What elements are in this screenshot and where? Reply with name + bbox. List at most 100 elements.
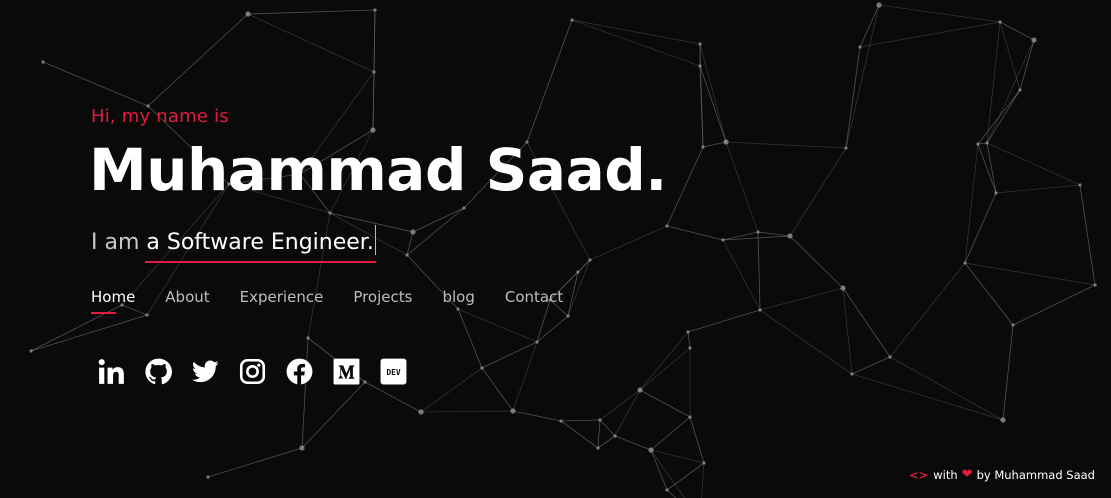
network-link bbox=[851, 373, 1004, 421]
facebook-link[interactable] bbox=[286, 358, 313, 385]
network-node bbox=[888, 355, 892, 359]
network-link bbox=[964, 262, 1096, 286]
network-link bbox=[121, 304, 148, 316]
network-node bbox=[405, 253, 409, 257]
network-link bbox=[301, 337, 309, 449]
network-link bbox=[789, 147, 847, 237]
linkedin-link[interactable] bbox=[98, 358, 125, 385]
network-link bbox=[207, 447, 303, 478]
network-node bbox=[372, 70, 376, 74]
network-link bbox=[1079, 184, 1096, 286]
network-link bbox=[481, 367, 514, 412]
network-node bbox=[688, 415, 692, 419]
network-node bbox=[588, 258, 592, 262]
network-node bbox=[758, 308, 762, 312]
network-link bbox=[851, 356, 891, 375]
network-link bbox=[247, 13, 375, 73]
network-node bbox=[328, 211, 332, 215]
network-link bbox=[512, 341, 538, 412]
network-node bbox=[576, 270, 580, 274]
network-link bbox=[30, 314, 148, 352]
network-link bbox=[614, 435, 652, 451]
network-link bbox=[599, 419, 616, 437]
tagline-role: a Software Engineer. bbox=[146, 230, 374, 255]
network-node bbox=[206, 475, 210, 479]
network-link bbox=[789, 235, 844, 289]
code-icon: <> bbox=[908, 467, 929, 482]
instagram-link[interactable] bbox=[239, 358, 266, 385]
network-link bbox=[687, 309, 761, 333]
dev-icon: DEV bbox=[380, 358, 407, 385]
svg-text:DEV: DEV bbox=[386, 368, 400, 377]
network-link bbox=[1019, 39, 1035, 91]
nav-item-contact[interactable]: Contact bbox=[505, 288, 563, 306]
network-link bbox=[842, 287, 891, 358]
network-node bbox=[596, 446, 600, 450]
nav-item-home[interactable]: Home bbox=[91, 288, 135, 314]
network-node bbox=[1018, 88, 1022, 92]
network-node bbox=[373, 8, 377, 12]
network-link bbox=[842, 287, 853, 375]
network-node bbox=[998, 20, 1002, 24]
network-node bbox=[844, 146, 848, 150]
tagline: I am a Software Engineer. bbox=[91, 225, 376, 255]
network-node bbox=[637, 387, 643, 393]
network-link bbox=[536, 315, 569, 343]
network-link bbox=[420, 367, 483, 413]
dev-link[interactable]: DEV bbox=[380, 358, 407, 385]
github-icon bbox=[145, 358, 172, 385]
network-link bbox=[536, 299, 551, 343]
network-link bbox=[722, 239, 761, 311]
network-node bbox=[688, 346, 692, 350]
nav-item-about[interactable]: About bbox=[165, 288, 209, 306]
network-node bbox=[245, 11, 251, 17]
network-link bbox=[759, 309, 853, 375]
network-node bbox=[1000, 417, 1006, 423]
network-node bbox=[613, 434, 617, 438]
network-link bbox=[614, 389, 641, 437]
social-links: DEV bbox=[98, 358, 427, 385]
network-link bbox=[247, 9, 376, 15]
network-node bbox=[756, 230, 760, 234]
network-node bbox=[1078, 183, 1082, 187]
github-link[interactable] bbox=[145, 358, 172, 385]
network-link bbox=[859, 21, 1001, 48]
network-link bbox=[1012, 284, 1096, 326]
network-link bbox=[859, 4, 880, 48]
medium-icon bbox=[333, 358, 360, 385]
facebook-icon bbox=[286, 358, 313, 385]
network-node bbox=[850, 372, 854, 376]
network-link bbox=[147, 13, 249, 107]
network-node bbox=[410, 229, 416, 235]
heart-icon: ❤ bbox=[961, 467, 973, 482]
network-link bbox=[412, 207, 465, 233]
network-node bbox=[299, 445, 305, 451]
network-link bbox=[889, 356, 1004, 421]
twitter-link[interactable] bbox=[192, 358, 219, 385]
twitter-icon bbox=[192, 360, 219, 383]
network-link bbox=[639, 331, 689, 391]
network-link bbox=[666, 225, 724, 241]
network-node bbox=[994, 191, 998, 195]
network-link bbox=[725, 141, 759, 233]
network-link bbox=[964, 192, 997, 264]
typing-cursor bbox=[374, 225, 376, 255]
network-node bbox=[665, 224, 669, 228]
network-node bbox=[456, 307, 460, 311]
linkedin-icon bbox=[98, 359, 124, 384]
nav-item-blog[interactable]: blog bbox=[442, 288, 474, 306]
network-link bbox=[571, 19, 701, 45]
nav-item-projects[interactable]: Projects bbox=[353, 288, 412, 306]
network-link bbox=[986, 39, 1035, 144]
tagline-prefix: I am bbox=[91, 230, 140, 255]
network-link bbox=[986, 142, 1081, 186]
footer-with: with bbox=[933, 467, 958, 482]
network-node bbox=[566, 314, 570, 318]
network-link bbox=[759, 287, 844, 311]
network-link bbox=[639, 389, 691, 418]
network-link bbox=[986, 142, 997, 194]
medium-link[interactable] bbox=[333, 358, 360, 385]
nav-item-experience[interactable]: Experience bbox=[240, 288, 324, 306]
network-node bbox=[1031, 37, 1037, 43]
network-link bbox=[757, 231, 761, 311]
